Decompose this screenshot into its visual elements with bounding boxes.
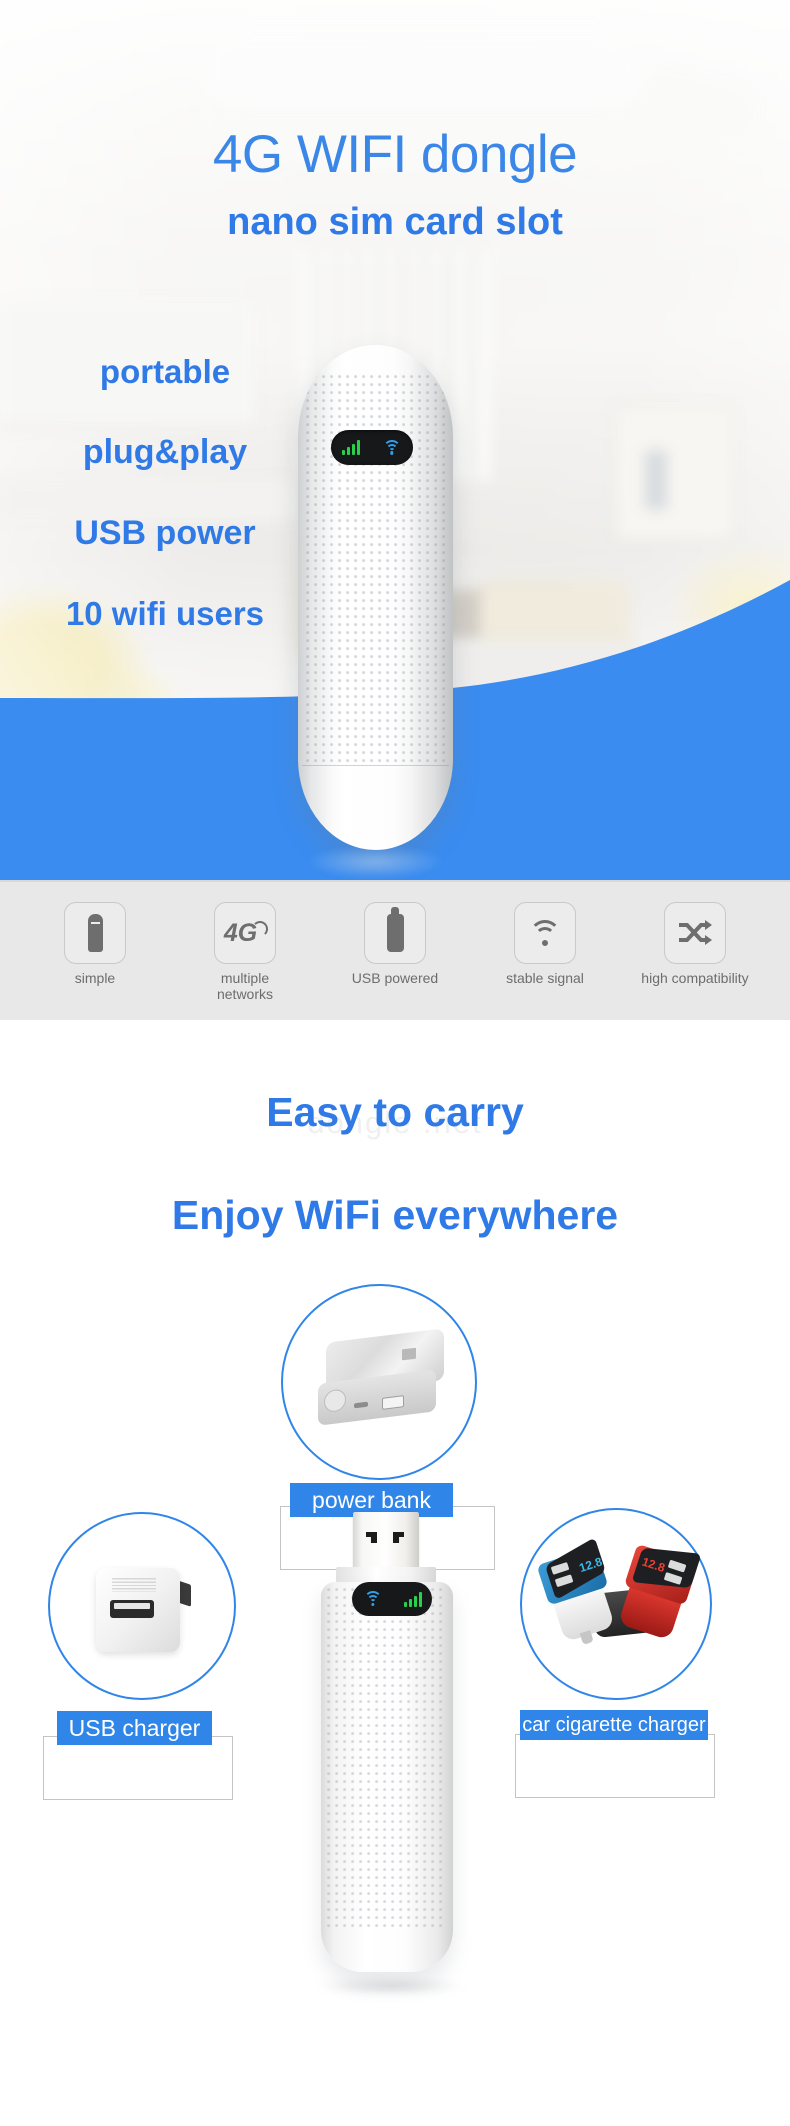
feature-label-line1: multiple bbox=[220, 970, 270, 986]
feature-label-line2: networks bbox=[216, 985, 274, 1002]
wifi-icon bbox=[382, 439, 402, 456]
usb-charger-label: USB charger bbox=[57, 1711, 212, 1745]
bullet-portable: portable bbox=[99, 353, 231, 390]
room-picture-art bbox=[645, 450, 667, 510]
bottom-dongle-shadow bbox=[317, 1978, 465, 1994]
feature-icon-box bbox=[664, 902, 726, 964]
feature-stable-signal: stable signal bbox=[481, 902, 609, 987]
feature-label: USB powered bbox=[351, 970, 439, 986]
title-highlight-blob bbox=[198, 28, 648, 108]
bottom-dongle-dot-texture bbox=[327, 1588, 447, 1932]
page-title: 4G WIFI dongle bbox=[212, 125, 578, 184]
bullet-plug-and-play: plug&play bbox=[82, 433, 248, 471]
feature-icon-box bbox=[64, 902, 126, 964]
bottom-dongle-body bbox=[321, 1582, 453, 1972]
charger-usb-slot bbox=[110, 1600, 154, 1618]
heading-easy-to-carry: Easy to carry bbox=[266, 1089, 524, 1135]
feature-usb-powered: USB powered bbox=[331, 902, 459, 987]
bottom-dongle-led-panel bbox=[352, 1582, 432, 1616]
feature-icon-strip: simple 4G multiple networks USB powered … bbox=[0, 880, 790, 1020]
feature-label: simple bbox=[74, 970, 116, 986]
heading-enjoy-wifi: Enjoy WiFi everywhere bbox=[171, 1192, 619, 1238]
power-bank-logo bbox=[402, 1347, 416, 1361]
page-subtitle: nano sim card slot bbox=[227, 201, 563, 243]
wifi-icon bbox=[363, 1591, 383, 1607]
feature-bullet-list: portable plug&play USB power 10 wifi use… bbox=[0, 355, 330, 677]
middle-section: dongle .net Easy to carry Enjoy WiFi eve… bbox=[0, 1020, 790, 1236]
feature-label: high compatibility bbox=[641, 970, 749, 986]
usb-stick-icon bbox=[87, 914, 103, 952]
bullet-usb-power: USB power bbox=[74, 514, 256, 552]
usb-charger-image bbox=[88, 1558, 196, 1662]
power-bank-image bbox=[318, 1328, 444, 1433]
dongle-reflection bbox=[304, 845, 446, 879]
dongle-led-panel bbox=[331, 430, 413, 465]
car-charger-label: car cigarette charger bbox=[520, 1710, 708, 1740]
usb-connector bbox=[353, 1512, 419, 1570]
4g-signal-icon: 4G bbox=[224, 919, 269, 948]
charger-print-text bbox=[112, 1578, 156, 1592]
feature-simple: simple bbox=[31, 902, 159, 987]
car-charger-label-frame bbox=[515, 1734, 715, 1798]
feature-icon-box: 4G bbox=[214, 902, 276, 964]
feature-high-compatibility: high compatibility bbox=[631, 902, 759, 987]
usb-charger-label-frame bbox=[43, 1736, 233, 1800]
hero-heading-group: 4G WIFI dongle nano sim card slot bbox=[0, 0, 790, 241]
feature-multiple-networks: 4G multiple networks bbox=[181, 902, 309, 1002]
bullet-wifi-users: 10 wifi users bbox=[65, 595, 265, 632]
signal-bars-icon bbox=[342, 440, 360, 455]
hero-banner: 4G WIFI dongle nano sim card slot portab… bbox=[0, 0, 790, 880]
feature-label: stable signal bbox=[506, 970, 584, 986]
feature-icon-box bbox=[514, 902, 576, 964]
room-picture-frame bbox=[615, 405, 735, 540]
usb-powered-icon bbox=[386, 907, 404, 952]
signal-bars-icon bbox=[403, 1591, 422, 1607]
shuffle-arrows-icon bbox=[679, 920, 712, 945]
accessories-section: power bank USB charger 12.8 12.8 car cig… bbox=[0, 1276, 790, 2036]
feature-icon-box bbox=[364, 902, 426, 964]
wifi-icon bbox=[528, 920, 562, 946]
